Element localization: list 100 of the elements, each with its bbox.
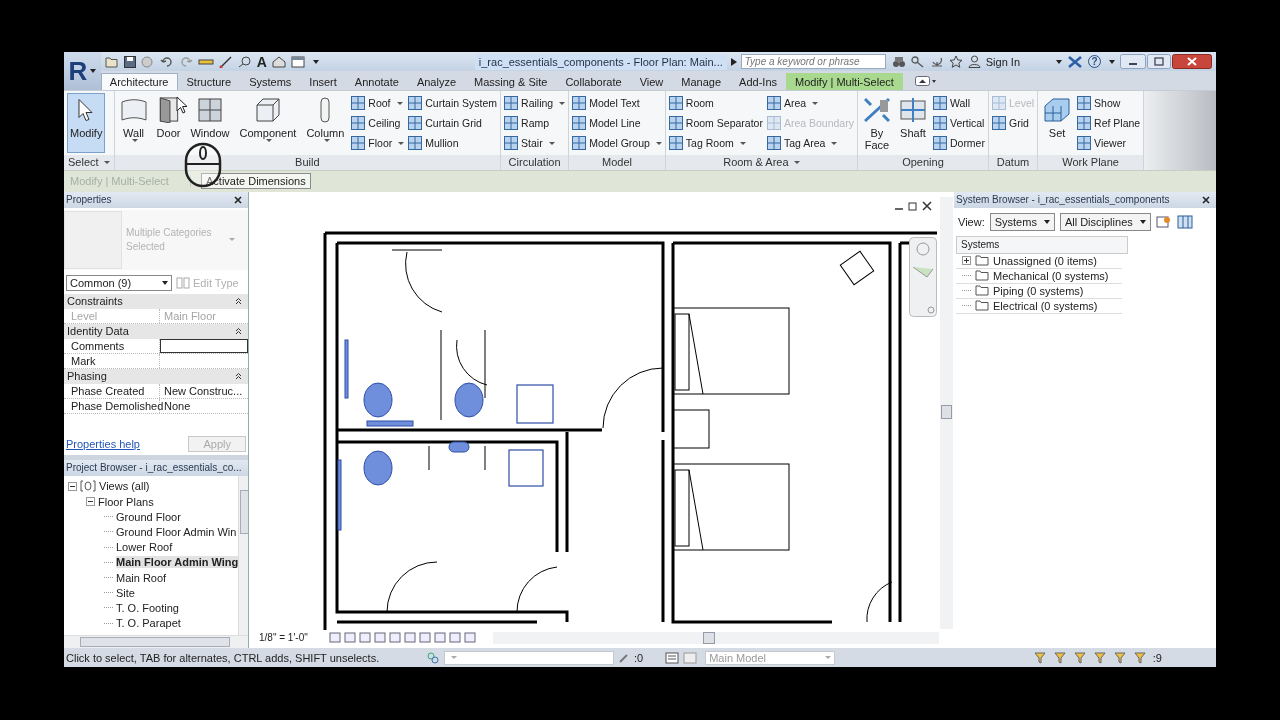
tree-item[interactable]: Unassigned (0 items)	[993, 254, 1097, 267]
ribbon-tab[interactable]: Systems	[240, 73, 301, 90]
ribbon-tool-button[interactable]: Model Text	[572, 94, 640, 112]
panel-title[interactable]: Model	[569, 154, 665, 170]
selection-filter-icon[interactable]	[1112, 651, 1127, 664]
view-control-icon[interactable]	[433, 632, 446, 644]
panel-title[interactable]: Opening	[857, 154, 988, 170]
design-options-icon[interactable]	[665, 651, 680, 664]
panel-title[interactable]: Select	[64, 154, 114, 170]
tree-item[interactable]: Floor Plans	[98, 495, 154, 508]
tree-item[interactable]: Site	[116, 586, 135, 599]
ribbon-tool-button[interactable]: Floor	[351, 134, 405, 152]
group-header[interactable]: Phasing	[67, 370, 107, 383]
scroll-bar[interactable]	[492, 631, 939, 644]
collapse-icon[interactable]	[235, 372, 242, 381]
view-control-icon[interactable]	[388, 632, 401, 644]
tag-icon[interactable]	[237, 55, 252, 68]
view-control-icon[interactable]	[463, 632, 476, 644]
ribbon-tool-button[interactable]: Curtain System	[408, 94, 498, 112]
ribbon-tab[interactable]: View	[630, 73, 673, 90]
ribbon-tab[interactable]: Add-Ins	[730, 73, 786, 90]
collapse-box-icon[interactable]	[68, 481, 77, 491]
close-icon[interactable]	[1202, 195, 1210, 204]
tree-item[interactable]: T. O. Footing	[116, 601, 179, 614]
dropdown-arrow-icon[interactable]	[312, 59, 319, 64]
scroll-bar[interactable]	[64, 635, 248, 649]
ribbon-tool-button[interactable]: Wall	[117, 93, 150, 153]
ribbon-tool-button[interactable]: Curtain Grid	[408, 114, 482, 132]
tree-item[interactable]: Lower Roof	[116, 541, 173, 554]
open-folder-icon[interactable]	[104, 55, 119, 68]
ribbon-tool-button[interactable]: Model Line	[572, 114, 641, 132]
sign-in-link[interactable]: Sign In	[985, 55, 1020, 68]
panel-title[interactable]: Datum	[988, 154, 1038, 170]
ribbon-tool-button[interactable]: Mullion	[408, 134, 459, 152]
ribbon-tool-button[interactable]: Room	[668, 94, 714, 112]
collapse-box-icon[interactable]	[86, 497, 95, 507]
restore-icon[interactable]	[908, 200, 918, 211]
ribbon-tab[interactable]: Modify | Multi-Select	[786, 73, 903, 90]
view-control-icon[interactable]	[328, 632, 341, 644]
panel-title[interactable]: Build	[114, 154, 501, 170]
view-control-icon[interactable]	[418, 632, 431, 644]
settings-icon[interactable]	[1155, 214, 1172, 229]
collapse-icon[interactable]	[235, 327, 242, 336]
selection-filter-icon[interactable]	[1052, 651, 1067, 664]
close-icon[interactable]	[922, 200, 932, 211]
discipline-dropdown[interactable]: All Disciplines	[1059, 212, 1151, 231]
tree-item[interactable]: Main Floor Admin Wing	[116, 556, 239, 569]
house-icon[interactable]	[271, 55, 286, 68]
ribbon-tab[interactable]: Massing & Site	[465, 73, 557, 90]
dropdown-arrow-icon[interactable]	[1056, 59, 1062, 64]
selection-filter-icon[interactable]	[1072, 651, 1087, 664]
ribbon-tool-button[interactable]: Railing	[504, 94, 566, 112]
ribbon-tool-button[interactable]: Ceiling	[351, 114, 401, 132]
satellite-icon[interactable]	[929, 55, 944, 68]
ribbon-tool-button[interactable]: Ramp	[504, 114, 550, 132]
selection-filter-icon[interactable]	[1132, 651, 1147, 664]
close-icon[interactable]	[234, 195, 242, 204]
panel-title[interactable]: Work Plane	[1038, 154, 1144, 170]
ribbon-tab[interactable]: Analyze	[407, 73, 466, 90]
tree-item[interactable]: Ground Floor	[116, 510, 181, 523]
ribbon-tool-button[interactable]: Window	[187, 93, 233, 153]
ribbon-tool-button[interactable]: Tag Area	[766, 134, 838, 152]
view-control-icon[interactable]	[373, 632, 386, 644]
ribbon-tool-button[interactable]: Vertical	[932, 114, 985, 132]
ribbon-tab[interactable]: Insert	[300, 73, 346, 90]
ribbon-toggle-icon[interactable]	[914, 76, 937, 86]
play-icon[interactable]	[730, 57, 737, 66]
view-control-icon[interactable]	[448, 632, 461, 644]
ribbon-tool-button[interactable]: Dormer	[932, 134, 985, 152]
view-control-icon[interactable]	[358, 632, 371, 644]
ribbon-tool-button[interactable]: By Face	[860, 93, 893, 153]
panel-title[interactable]: Room & Area	[665, 154, 857, 170]
ribbon-tab[interactable]: Structure	[177, 73, 241, 90]
tree-item[interactable]: Mechanical (0 systems)	[993, 269, 1109, 282]
key-icon[interactable]	[910, 55, 925, 68]
expand-box-icon[interactable]	[962, 256, 971, 266]
ribbon-tool-button[interactable]: Stair	[504, 134, 555, 152]
view-control-icon[interactable]	[343, 632, 356, 644]
ribbon-tool-button[interactable]: Model Group	[572, 134, 662, 152]
ribbon-tool-button[interactable]: Area	[766, 94, 819, 112]
navigation-bar[interactable]	[909, 236, 937, 317]
ribbon-tab[interactable]: Architecture	[100, 73, 178, 90]
ribbon-tab[interactable]: Collaborate	[556, 73, 631, 90]
scroll-bar[interactable]	[940, 196, 953, 629]
editable-icon[interactable]	[618, 651, 630, 664]
view-dropdown[interactable]: Systems	[989, 212, 1055, 231]
ribbon-tool-button[interactable]: Grid	[991, 114, 1029, 132]
ribbon-tool-button[interactable]: Column	[303, 93, 348, 153]
tree-item[interactable]: Main Roof	[116, 571, 167, 584]
search-field[interactable]: Type a keyword or phrase	[740, 54, 886, 69]
panel-title[interactable]: Circulation	[501, 154, 569, 170]
restore-icon[interactable]	[1147, 54, 1171, 69]
minimize-icon[interactable]	[1120, 54, 1146, 69]
ribbon-tool-button[interactable]: Roof	[351, 94, 403, 112]
tree-item[interactable]: Piping (0 systems)	[993, 284, 1084, 297]
tree-item[interactable]: Electrical (0 systems)	[993, 299, 1098, 312]
ribbon-tool-button[interactable]: Viewer	[1077, 134, 1126, 152]
selection-filter-icon[interactable]	[1032, 651, 1047, 664]
window-list-icon[interactable]	[290, 55, 305, 68]
ribbon-tool-button[interactable]: Modify	[67, 93, 106, 153]
